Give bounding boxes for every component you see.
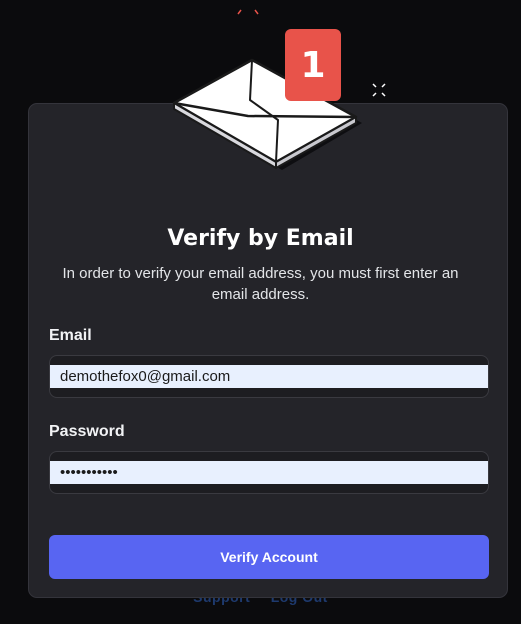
sparkle-icon [237, 9, 259, 15]
password-label: Password [49, 423, 125, 440]
password-field[interactable] [50, 461, 488, 484]
verify-account-button[interactable]: Verify Account [49, 535, 489, 579]
page-title: Verify by Email [167, 226, 354, 251]
verify-modal [28, 103, 508, 598]
notification-badge [285, 29, 341, 101]
page-subtitle: In order to verify your email address, y… [62, 265, 459, 303]
sparkle-icon [372, 83, 386, 97]
password-field-wrapper [49, 451, 489, 494]
email-field[interactable] [50, 365, 488, 388]
email-label: Email [49, 327, 92, 344]
notification-count: 1 [300, 45, 325, 86]
email-field-wrapper [49, 355, 489, 398]
